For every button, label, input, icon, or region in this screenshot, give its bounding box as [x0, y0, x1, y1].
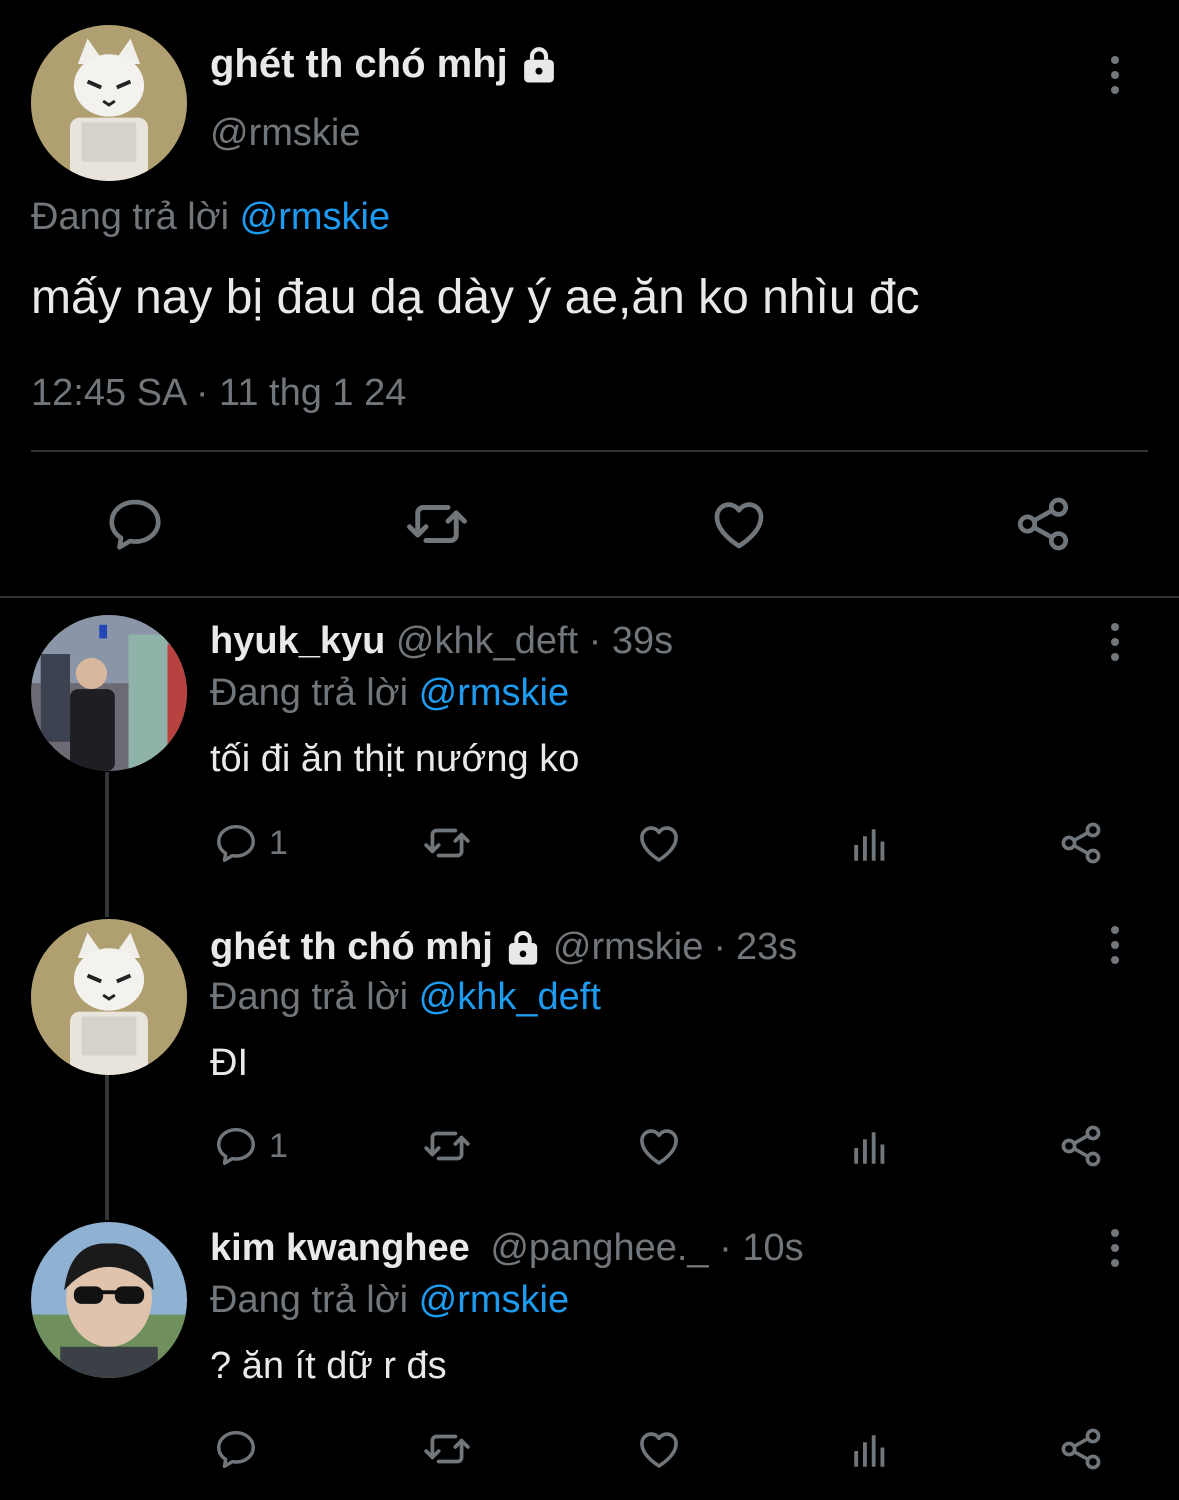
divider: [31, 450, 1148, 452]
replying-prefix: Đang trả lời: [210, 672, 409, 714]
like-icon[interactable]: [635, 819, 683, 867]
reply-icon: [213, 1426, 259, 1472]
tweet-text: mấy nay bị đau dạ dày ý ae,ăn ko nhìu đc: [31, 271, 920, 324]
reply-avatar[interactable]: [31, 1222, 187, 1378]
reply-handle[interactable]: @rmskie: [553, 926, 703, 969]
lock-icon: [518, 44, 560, 86]
replying-to-line: Đang trả lời @rmskie: [31, 196, 390, 239]
reply-display-name[interactable]: ghét th chó mhj: [210, 926, 493, 969]
views-icon[interactable]: [849, 1430, 891, 1472]
reply-header: hyuk_kyu @khk_deft · 39s: [210, 620, 673, 663]
author-name-row: ghét th chó mhj: [210, 42, 560, 87]
reply-age: 10s: [742, 1227, 804, 1269]
timestamp-separator: ·: [195, 372, 209, 414]
tweet-timestamp: 12:45 SA · 11 thg 1 24: [31, 372, 406, 415]
replying-to-handle[interactable]: @khk_deft: [419, 976, 601, 1018]
share-icon[interactable]: [1057, 1425, 1105, 1473]
share-icon[interactable]: [1012, 493, 1074, 555]
share-icon[interactable]: [1057, 819, 1105, 867]
more-icon[interactable]: [1103, 45, 1127, 105]
reply-count: 1: [269, 823, 288, 862]
reply-handle[interactable]: @khk_deft: [396, 620, 578, 662]
more-icon[interactable]: [1103, 915, 1127, 975]
reply-icon[interactable]: [104, 493, 166, 555]
reply-button[interactable]: [213, 1426, 269, 1472]
reply-age: 23s: [736, 926, 798, 968]
more-icon[interactable]: [1103, 1218, 1127, 1278]
reply-icon: [213, 820, 259, 866]
like-icon[interactable]: [635, 1122, 683, 1170]
reply-display-name[interactable]: kim kwanghee: [210, 1227, 470, 1269]
author-display-name[interactable]: ghét th chó mhj: [210, 42, 508, 87]
reply-text: ? ăn ít dữ r đs: [210, 1345, 447, 1387]
retweet-icon[interactable]: [404, 491, 470, 557]
reply-handle[interactable]: @panghee._: [490, 1227, 708, 1269]
share-icon[interactable]: [1057, 1122, 1105, 1170]
retweet-icon[interactable]: [422, 818, 472, 868]
retweet-icon[interactable]: [422, 1424, 472, 1474]
reply-tweet[interactable]: ghét th chó mhj @rmskie · 23s Đang trả l…: [0, 900, 1179, 1200]
reply-button[interactable]: 1: [213, 820, 288, 866]
retweet-icon[interactable]: [422, 1121, 472, 1171]
views-icon[interactable]: [849, 1127, 891, 1169]
replying-to-handle[interactable]: @rmskie: [240, 196, 390, 238]
reply-tweet[interactable]: kim kwanghee @panghee._ · 10s Đang trả l…: [0, 1202, 1179, 1500]
reply-text: tối đi ăn thịt nướng ko: [210, 738, 580, 780]
replying-to-handle[interactable]: @rmskie: [419, 672, 569, 714]
reply-header: ghét th chó mhj @rmskie · 23s: [210, 926, 797, 969]
separator: ·: [713, 926, 726, 968]
reply-count: 1: [269, 1126, 288, 1165]
replying-prefix: Đang trả lời: [210, 976, 409, 1018]
main-actions: [0, 490, 1179, 560]
reply-icon: [213, 1123, 259, 1169]
replying-prefix: Đang trả lời: [210, 1279, 409, 1321]
views-icon[interactable]: [849, 824, 891, 866]
separator: ·: [588, 620, 602, 662]
author-avatar[interactable]: [31, 25, 187, 181]
replying-to-line: Đang trả lời @rmskie: [210, 672, 569, 715]
reply-display-name[interactable]: hyuk_kyu: [210, 620, 385, 662]
reply-tweet[interactable]: hyuk_kyu @khk_deft · 39s Đang trả lời @r…: [0, 598, 1179, 898]
lock-icon: [503, 928, 543, 968]
reply-age: 39s: [611, 620, 674, 662]
like-icon[interactable]: [708, 493, 770, 555]
reply-avatar[interactable]: [31, 919, 187, 1075]
tweet-date: 11 thg 1 24: [219, 372, 407, 414]
replying-to-line: Đang trả lời @rmskie: [210, 1279, 569, 1322]
reply-avatar[interactable]: [31, 615, 187, 771]
tweet-time: 12:45 SA: [31, 372, 186, 414]
more-icon[interactable]: [1103, 612, 1127, 672]
like-icon[interactable]: [635, 1425, 683, 1473]
reply-text: ĐI: [210, 1042, 248, 1084]
author-handle[interactable]: @rmskie: [210, 112, 360, 155]
replying-to-handle[interactable]: @rmskie: [419, 1279, 569, 1321]
reply-header: kim kwanghee @panghee._ · 10s: [210, 1227, 804, 1270]
replying-to-line: Đang trả lời @khk_deft: [210, 976, 601, 1019]
replying-prefix: Đang trả lời: [31, 196, 230, 238]
reply-button[interactable]: 1: [213, 1123, 288, 1169]
separator: ·: [719, 1227, 732, 1269]
